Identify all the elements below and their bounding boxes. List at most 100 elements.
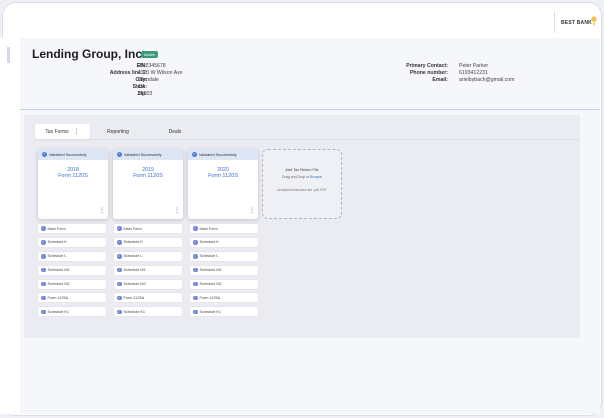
- list-item[interactable]: ✓ Schedule M1: [38, 265, 106, 275]
- list-item[interactable]: ✓ Schedule K1: [38, 307, 106, 317]
- email-value[interactable]: arielbybach@gmail.com: [459, 77, 514, 84]
- validation-status: ✓ Validated Successfully: [188, 149, 258, 160]
- check-icon: ✓: [193, 254, 198, 259]
- list-item[interactable]: ✓ Schedule L: [190, 251, 258, 261]
- schedule-label: Main Form: [123, 226, 142, 231]
- schedule-label: Schedule K1: [47, 309, 70, 314]
- schedule-label: Schedule K1: [199, 309, 222, 314]
- list-item[interactable]: ✓ Schedule K: [38, 237, 106, 247]
- schedule-label: Main Form: [47, 226, 66, 231]
- check-icon: ✓: [41, 309, 46, 315]
- tab-tax-forms[interactable]: Tax Forms ⋮: [35, 124, 90, 139]
- primary-contact-value: Peter Parker: [459, 63, 489, 69]
- card-form-name: Form 1120S: [208, 173, 238, 179]
- check-icon: ✓: [41, 226, 46, 231]
- schedule-list: ✓ Main Form ✓ Schedule K ✓ Schedule L ✓ Sche…: [38, 224, 106, 321]
- list-item[interactable]: ✓ Schedule M1: [114, 265, 182, 275]
- company-header: Lending Group, Inc. Active EIN: Address …: [20, 38, 600, 110]
- schedule-label: Schedule K: [199, 240, 219, 245]
- check-icon: ✓: [193, 281, 198, 287]
- schedule-label: Schedule M1: [123, 268, 146, 273]
- contact-values: Peter Parker 6193412231 arielbybach@gmai…: [459, 63, 514, 84]
- tab-deals[interactable]: Deals: [160, 124, 190, 139]
- schedule-label: Schedule K1: [123, 309, 146, 314]
- upload-instructions: Drag and Drop or Browse: [263, 175, 341, 179]
- top-bar: BEST BANK: [3, 3, 601, 41]
- validation-status: ✓ Validated Successfully: [113, 149, 183, 160]
- upload-note: Accepted extensions are .pdf, PDF: [277, 188, 327, 192]
- tab-underline: [35, 139, 580, 140]
- check-icon: ✓: [41, 295, 46, 301]
- city-value: Glendale: [138, 77, 159, 84]
- schedule-list: ✓ Main Form ✓ Schedule K ✓ Schedule L ✓ Sche…: [190, 224, 258, 321]
- tab-reporting[interactable]: Reporting: [98, 124, 138, 139]
- list-item[interactable]: ✓ Schedule L: [38, 251, 106, 261]
- list-item[interactable]: ✓ Schedule M2: [114, 279, 182, 289]
- check-icon: ✓: [41, 254, 46, 259]
- list-item[interactable]: ✓ Form 1125A: [38, 293, 106, 303]
- list-item[interactable]: ✓ Main Form: [114, 224, 182, 233]
- tax-form-card[interactable]: ✓ Validated Successfully 2020 Form 1120S…: [188, 149, 258, 219]
- check-icon: ✓: [117, 226, 122, 231]
- check-icon: ✓: [193, 226, 198, 231]
- status-badge: Active: [141, 51, 158, 58]
- schedule-label: Schedule L: [123, 254, 143, 259]
- bank-name[interactable]: BEST BANK: [561, 20, 592, 26]
- check-icon: ✓: [41, 267, 46, 273]
- check-icon: ✓: [41, 281, 46, 287]
- list-item[interactable]: ✓ Form 1125A: [190, 293, 258, 303]
- card-form-name: Form 1120S: [133, 173, 163, 179]
- list-item[interactable]: ✓ Schedule K: [114, 237, 182, 247]
- check-icon: ✓: [193, 309, 198, 315]
- schedule-label: Form 1125A: [199, 295, 221, 300]
- schedule-label: Schedule K: [123, 240, 143, 245]
- schedule-label: Schedule M1: [47, 268, 70, 273]
- ein-value: 25-2345678: [138, 63, 166, 69]
- zip-value: 91203: [138, 91, 153, 98]
- more-options-icon[interactable]: ⋮: [74, 129, 80, 135]
- state-value: CA: [138, 84, 146, 91]
- schedule-label: Schedule K: [47, 240, 67, 245]
- list-item[interactable]: ✓ Schedule K1: [190, 307, 258, 317]
- check-icon: ✓: [117, 254, 122, 259]
- check-icon: ✓: [117, 295, 122, 301]
- list-item[interactable]: ✓ Schedule M1: [190, 265, 258, 275]
- validation-status: ✓ Validated Successfully: [38, 149, 108, 160]
- schedule-label: Form 1125A: [123, 295, 145, 300]
- check-icon: ✓: [117, 281, 122, 287]
- validation-status-text: Validated Successfully: [49, 152, 87, 157]
- list-item[interactable]: ✓ Schedule L: [114, 251, 182, 261]
- email-label: Email:: [432, 77, 448, 84]
- upload-title: Add Tax Return File: [285, 168, 319, 172]
- list-item[interactable]: ✓ Main Form: [190, 224, 258, 233]
- contact-labels: Primary Contact: Phone number: Email:: [390, 63, 448, 84]
- schedule-label: Schedule M2: [199, 282, 222, 287]
- tab-reporting-label: Reporting: [107, 128, 129, 135]
- check-icon: ✓: [192, 152, 197, 157]
- list-item[interactable]: ✓ Form 1125A: [114, 293, 182, 303]
- check-icon: ✓: [41, 240, 46, 245]
- sidebar: [0, 38, 20, 414]
- address-value: 1120 W Wilson Ave: [138, 70, 183, 77]
- list-item[interactable]: ✓ Main Form: [38, 224, 106, 233]
- card-more-icon[interactable]: ⋮: [249, 208, 255, 214]
- tax-form-card[interactable]: ✓ Validated Successfully 2018 Form 1120S…: [38, 149, 108, 219]
- company-info-values: 25-2345678 1120 W Wilson Ave Glendale CA…: [138, 63, 183, 98]
- schedule-label: Schedule M1: [199, 268, 222, 273]
- list-item[interactable]: ✓ Schedule K1: [114, 307, 182, 317]
- schedule-label: Schedule L: [199, 254, 219, 259]
- list-item[interactable]: ✓ Schedule M2: [38, 279, 106, 289]
- schedule-label: Schedule M2: [47, 282, 70, 287]
- sidebar-indicator[interactable]: [7, 47, 10, 63]
- card-more-icon[interactable]: ⋮: [174, 208, 180, 214]
- primary-contact-label: Primary Contact:: [406, 63, 448, 69]
- tax-form-card[interactable]: ✓ Validated Successfully 2019 Form 1120S…: [113, 149, 183, 219]
- upload-dropzone[interactable]: Add Tax Return File Drag and Drop or Bro…: [262, 149, 342, 219]
- list-item[interactable]: ✓ Schedule M2: [190, 279, 258, 289]
- card-more-icon[interactable]: ⋮: [99, 208, 105, 214]
- schedule-list: ✓ Main Form ✓ Schedule K ✓ Schedule L ✓ Sche…: [114, 224, 182, 321]
- browse-link[interactable]: Browse: [310, 175, 322, 179]
- schedule-label: Schedule M2: [123, 282, 146, 287]
- upload-drag-text: Drag and Drop or: [282, 175, 310, 179]
- list-item[interactable]: ✓ Schedule K: [190, 237, 258, 247]
